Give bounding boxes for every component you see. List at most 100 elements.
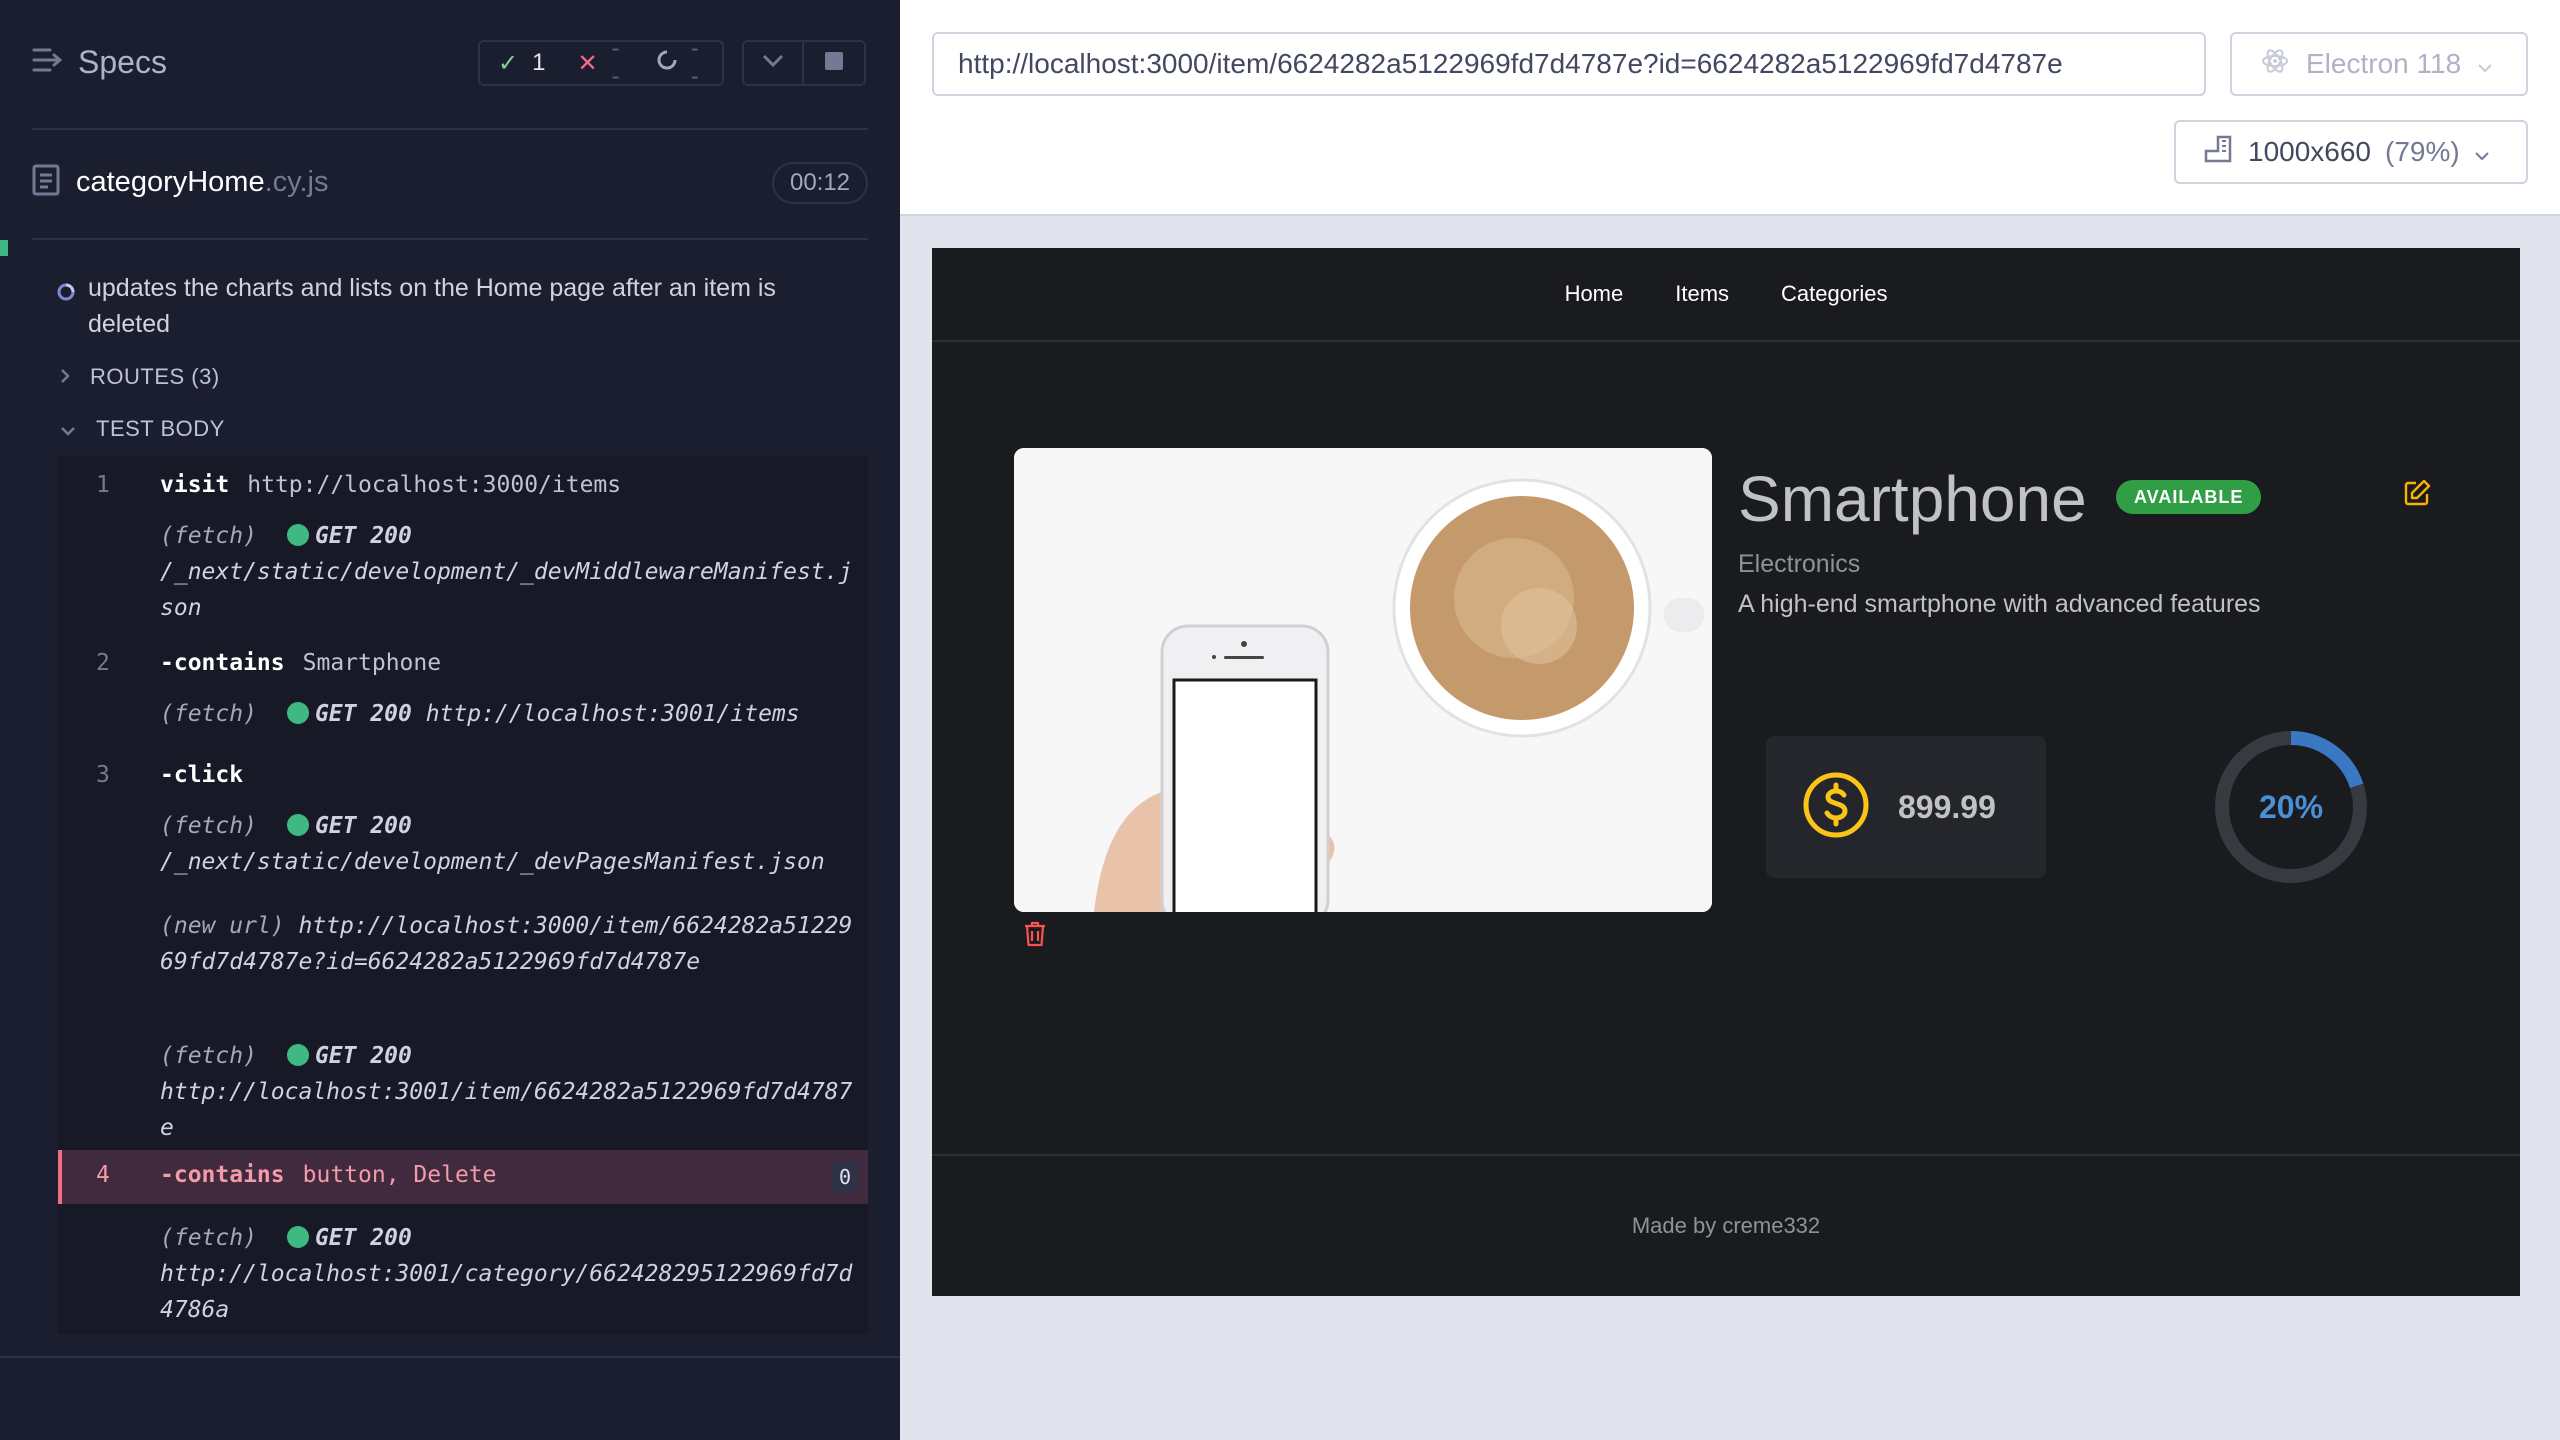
nav-items[interactable]: Items — [1675, 281, 1729, 307]
specs-header[interactable]: Specs — [32, 44, 167, 81]
test-title-text: updates the charts and lists on the Home… — [88, 274, 776, 338]
command-row-visit[interactable]: 1 visit http://localhost:3000/items — [58, 464, 868, 504]
product-description: A high-end smartphone with advanced feat… — [1738, 590, 2261, 618]
test-title[interactable]: updates the charts and lists on the Home… — [56, 270, 846, 342]
running-spinner-icon — [56, 276, 76, 342]
product-name: Smartphone — [1738, 463, 2087, 535]
failed-count: -- — [611, 35, 620, 90]
command-arg: http://localhost:3000/items — [247, 472, 622, 498]
footer: Made by creme332 — [932, 1154, 2520, 1296]
log-fetch-row[interactable]: (fetch) GET 200 http://localhost:3001/cate… — [160, 1220, 860, 1328]
preview-toolbar: http://localhost:3000/item/6624282a51229… — [900, 0, 2560, 216]
pending-count: -- — [690, 35, 699, 90]
edit-icon — [2404, 479, 2431, 506]
divider — [0, 1356, 900, 1358]
log-fetch-row[interactable]: (fetch) GET 200 /_next/static/development/… — [160, 518, 860, 626]
test-stats: ✓ 1 ✕ -- -- — [478, 35, 724, 90]
log-method: GET 200 — [314, 1043, 412, 1069]
specs-menu-icon[interactable] — [32, 47, 63, 78]
log-fetch-row[interactable]: (fetch) GET 200 http://localhost:3001/ite… — [160, 696, 860, 732]
main-nav: Home Items Categories — [932, 248, 2520, 342]
log-url: /_next/static/development/_devPagesManif… — [160, 849, 825, 875]
app-preview-panel: http://localhost:3000/item/6624282a51229… — [900, 0, 2560, 1440]
status-dot-icon — [286, 1226, 309, 1248]
command-arg: Smartphone — [302, 650, 442, 676]
element-count-badge: 0 — [832, 1162, 858, 1192]
status-dot-icon — [286, 1044, 309, 1066]
ruler-icon — [2202, 133, 2234, 172]
app-under-test: Home Items Categories Smartphone AVAILAB… — [932, 248, 2520, 1296]
status-dot-icon — [286, 524, 309, 546]
spec-name: categoryHome — [76, 166, 265, 198]
browser-selector[interactable]: Electron 118 — [2230, 32, 2528, 96]
divider — [32, 128, 868, 130]
log-fetch-row[interactable]: (fetch) GET 200 http://localhost:3001/item… — [160, 1038, 860, 1146]
test-body-section-toggle[interactable]: TEST BODY — [60, 416, 225, 442]
log-new-url-row[interactable]: (new url) http://localhost:3000/item/662… — [160, 908, 860, 980]
spec-ext: .cy.js — [264, 166, 329, 198]
passed-check-icon: ✓ — [498, 49, 519, 77]
collapse-button[interactable] — [742, 40, 804, 86]
delete-button[interactable] — [1022, 920, 1048, 953]
log-label: (new url) — [160, 913, 285, 939]
progress-indicator — [0, 240, 8, 256]
command-number: 2 — [96, 650, 110, 676]
browser-label: Electron 118 — [2306, 48, 2462, 79]
log-label: (fetch) — [160, 1043, 257, 1069]
log-label: (fetch) — [160, 701, 257, 727]
log-url: http://localhost:3001/item/6624282a51229… — [160, 1079, 853, 1141]
command-name: -contains — [160, 650, 285, 676]
chevron-down-icon — [2474, 136, 2490, 168]
status-dot-icon — [286, 814, 309, 836]
routes-label: ROUTES (3) — [90, 364, 220, 389]
footer-text: Made by creme332 — [1631, 1213, 1821, 1238]
specs-title: Specs — [78, 44, 167, 80]
spec-timer: 00:12 — [772, 162, 868, 204]
viewport-selector[interactable]: 1000x660 (79%) — [2174, 120, 2528, 184]
log-method: GET 200 — [314, 701, 412, 727]
viewport-scale: (79%) — [2385, 136, 2460, 167]
command-arg: button, Delete — [302, 1162, 497, 1188]
viewport-size: 1000x660 — [2248, 136, 2372, 167]
document-icon — [32, 164, 60, 201]
log-label: (fetch) — [160, 813, 257, 839]
command-number: 1 — [96, 472, 110, 498]
test-body-label: TEST BODY — [96, 416, 225, 441]
electron-icon — [2260, 46, 2290, 83]
log-method: GET 200 — [314, 813, 412, 839]
command-row-active[interactable]: 4 -contains button, Delete 0 — [58, 1150, 868, 1204]
command-number: 3 — [96, 762, 110, 788]
nav-home[interactable]: Home — [1565, 281, 1624, 307]
log-method: GET 200 — [314, 1225, 412, 1251]
discount-percent: 20% — [2258, 788, 2324, 825]
log-label: (fetch) — [160, 523, 257, 549]
log-url: /_next/static/development/_devMiddleware… — [160, 559, 853, 621]
routes-section-toggle[interactable]: ROUTES (3) — [60, 364, 220, 390]
passed-count: 1 — [532, 49, 546, 76]
chevron-right-icon — [60, 364, 70, 390]
command-name: visit — [160, 472, 230, 498]
command-row-click[interactable]: 3 -click — [58, 754, 868, 794]
nav-categories[interactable]: Categories — [1781, 281, 1887, 307]
log-url: http://localhost:3001/category/662428295… — [160, 1261, 853, 1323]
url-bar[interactable]: http://localhost:3000/item/6624282a51229… — [932, 32, 2206, 96]
log-fetch-row[interactable]: (fetch) GET 200 /_next/static/development/… — [160, 808, 860, 880]
chevron-down-icon — [2477, 48, 2493, 80]
product-image — [1014, 448, 1712, 912]
chevron-down-icon — [762, 54, 784, 73]
trash-icon — [1025, 921, 1045, 947]
stop-icon — [824, 51, 844, 76]
log-method: GET 200 — [314, 523, 412, 549]
edit-button[interactable] — [2402, 478, 2432, 513]
dollar-icon — [1802, 771, 1870, 844]
status-dot-icon — [286, 702, 309, 724]
command-row-contains[interactable]: 2 -contains Smartphone — [58, 642, 868, 682]
spec-file-row[interactable]: categoryHome .cy.js — [32, 164, 329, 201]
stop-button[interactable] — [802, 40, 866, 86]
log-label: (fetch) — [160, 1225, 257, 1251]
product-category: Electronics — [1738, 550, 1861, 578]
command-name: -contains — [160, 1162, 285, 1188]
failed-x-icon: ✕ — [577, 49, 598, 77]
divider — [32, 238, 868, 240]
status-badge: AVAILABLE — [2116, 480, 2262, 514]
